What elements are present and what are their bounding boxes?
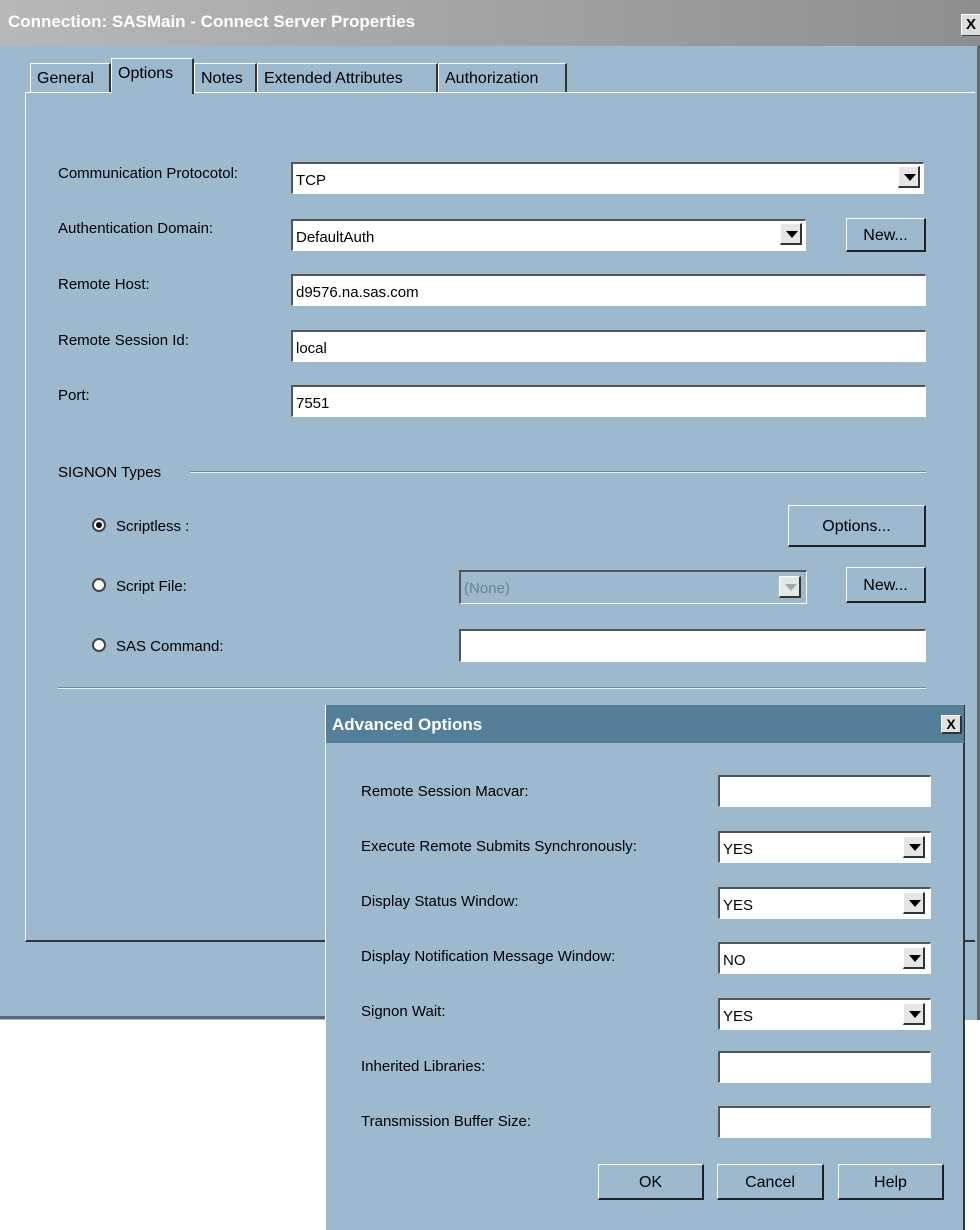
- tab-label: General: [37, 70, 94, 87]
- tab-label: Options: [118, 65, 174, 82]
- status-window-value: YES: [723, 897, 754, 914]
- divider: [58, 687, 926, 689]
- cancel-button[interactable]: Cancel: [717, 1164, 824, 1200]
- signon-group-label: SIGNON Types: [58, 464, 162, 481]
- group-divider: [190, 471, 926, 473]
- button-label: Cancel: [745, 1174, 795, 1191]
- session-id-value: local: [296, 340, 327, 357]
- status-window-dropdown[interactable]: YES: [718, 887, 931, 919]
- session-id-field[interactable]: local: [291, 330, 926, 362]
- sas-command-label: SAS Command:: [116, 638, 224, 655]
- script-file-new-button[interactable]: New...: [846, 567, 926, 603]
- button-label: New...: [863, 227, 908, 244]
- script-file-label: Script File:: [116, 578, 187, 595]
- close-icon[interactable]: X: [941, 715, 962, 734]
- notification-label: Display Notification Message Window:: [361, 948, 616, 965]
- tab-authorization[interactable]: Authorization: [438, 63, 567, 92]
- chevron-down-icon[interactable]: [780, 223, 802, 245]
- status-window-label: Display Status Window:: [361, 893, 519, 910]
- libraries-field[interactable]: [718, 1051, 931, 1083]
- scriptless-options-button[interactable]: Options...: [788, 505, 926, 547]
- tab-extended-attributes[interactable]: Extended Attributes: [257, 63, 438, 92]
- libraries-label: Inherited Libraries:: [361, 1058, 486, 1075]
- signon-wait-dropdown[interactable]: YES: [718, 998, 931, 1030]
- dialog-title-bar[interactable]: Advanced Options X: [326, 705, 964, 743]
- button-label: Help: [874, 1174, 907, 1191]
- script-file-dropdown[interactable]: (None): [459, 570, 807, 604]
- signon-wait-label: Signon Wait:: [361, 1003, 446, 1020]
- scriptless-label: Scriptless :: [116, 518, 190, 535]
- chevron-down-icon[interactable]: [903, 892, 925, 914]
- chevron-down-icon[interactable]: [903, 836, 925, 858]
- auth-domain-label: Authentication Domain:: [58, 220, 214, 237]
- sync-value: YES: [723, 841, 754, 858]
- button-label: OK: [638, 1174, 663, 1191]
- notification-dropdown[interactable]: NO: [718, 942, 931, 974]
- sas-command-radio[interactable]: [92, 638, 106, 652]
- tab-label: Notes: [201, 70, 243, 87]
- tab-general[interactable]: General: [30, 63, 111, 92]
- auth-domain-value: DefaultAuth: [296, 229, 375, 246]
- buffer-size-field[interactable]: [718, 1106, 931, 1138]
- remote-host-value: d9576.na.sas.com: [296, 284, 419, 301]
- chevron-down-icon[interactable]: [903, 1003, 925, 1025]
- window-border: [0, 1016, 325, 1019]
- script-file-radio[interactable]: [92, 578, 106, 592]
- tab-label: Authorization: [445, 70, 539, 87]
- port-label: Port:: [58, 387, 90, 404]
- protocol-dropdown[interactable]: TCP: [291, 162, 924, 194]
- close-icon[interactable]: X: [961, 14, 980, 36]
- ok-button[interactable]: OK: [598, 1164, 704, 1200]
- button-label: New...: [863, 577, 908, 594]
- tab-label: Extended Attributes: [264, 70, 403, 87]
- help-button[interactable]: Help: [838, 1164, 944, 1200]
- scriptless-radio[interactable]: [92, 518, 106, 532]
- window-title-bar[interactable]: Connection: SASMain - Connect Server Pro…: [0, 0, 980, 46]
- sync-dropdown[interactable]: YES: [718, 831, 931, 863]
- remote-host-label: Remote Host:: [58, 276, 150, 293]
- tab-notes[interactable]: Notes: [194, 63, 257, 92]
- notification-value: NO: [723, 952, 746, 969]
- sync-label: Execute Remote Submits Synchronously:: [361, 838, 637, 855]
- dialog-title: Advanced Options: [332, 715, 483, 734]
- session-id-label: Remote Session Id:: [58, 332, 189, 349]
- sas-command-field[interactable]: [459, 629, 926, 662]
- protocol-value: TCP: [296, 172, 326, 189]
- macvar-field[interactable]: [718, 775, 931, 807]
- remote-host-field[interactable]: d9576.na.sas.com: [291, 274, 926, 306]
- chevron-down-icon[interactable]: [903, 947, 925, 969]
- buffer-size-label: Transmission Buffer Size:: [361, 1113, 532, 1130]
- port-field[interactable]: 7551: [291, 385, 926, 417]
- window-title: Connection: SASMain - Connect Server Pro…: [8, 12, 416, 31]
- chevron-down-icon[interactable]: [898, 166, 920, 188]
- port-value: 7551: [296, 395, 330, 412]
- chevron-down-icon[interactable]: [779, 576, 801, 598]
- button-label: Options...: [822, 518, 891, 535]
- macvar-label: Remote Session Macvar:: [361, 783, 529, 800]
- advanced-options-dialog: Advanced Options X Remote Session Macvar…: [325, 705, 965, 1230]
- protocol-label: Communication Protocotol:: [58, 165, 239, 182]
- tab-options[interactable]: Options: [111, 58, 194, 94]
- auth-domain-new-button[interactable]: New...: [846, 218, 926, 252]
- signon-wait-value: YES: [723, 1008, 754, 1025]
- script-file-value: (None): [464, 580, 510, 597]
- auth-domain-dropdown[interactable]: DefaultAuth: [291, 219, 806, 251]
